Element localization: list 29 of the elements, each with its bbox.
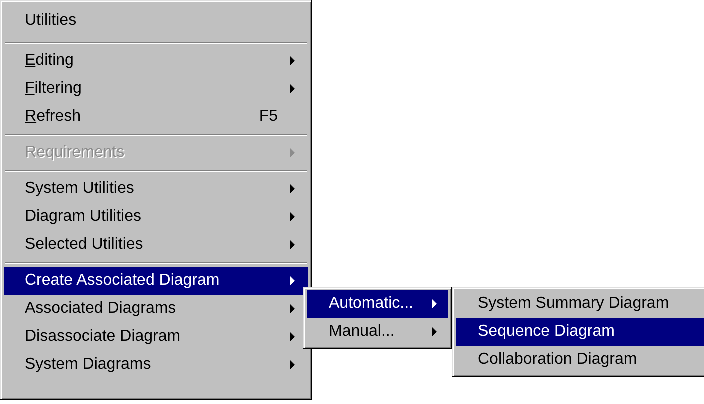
menu-item[interactable]: Automatic...	[307, 290, 448, 318]
menu-item[interactable]: Sequence Diagram	[456, 318, 704, 346]
menu-item[interactable]: Manual...	[307, 318, 448, 346]
menu-item[interactable]: Diagram Utilities	[4, 203, 308, 231]
shortcut-label: F5	[259, 108, 278, 126]
menu-item[interactable]: Collaboration Diagram	[456, 346, 704, 374]
menu-item[interactable]: Create Associated Diagram	[4, 267, 308, 295]
menu-title: Utilities	[24, 11, 78, 31]
submenu-arrow-icon	[289, 239, 296, 251]
submenu-arrow-icon	[289, 183, 296, 195]
submenu-arrow-icon	[289, 147, 296, 159]
submenu-arrow-icon	[289, 359, 296, 371]
menu-item[interactable]: Filtering	[4, 75, 308, 103]
menu-item[interactable]: Refresh F5	[4, 103, 308, 131]
submenu-arrow-icon	[289, 211, 296, 223]
submenu-arrow-icon	[289, 83, 296, 95]
menu-item[interactable]: System Summary Diagram	[456, 290, 704, 318]
menu-item[interactable]: Editing	[4, 47, 308, 75]
menu-item[interactable]: System Utilities	[4, 175, 308, 203]
menu-item[interactable]: Associated Diagrams	[4, 295, 308, 323]
submenu-arrow-icon	[289, 55, 296, 67]
menu-item[interactable]: System Diagrams	[4, 351, 308, 379]
menu-item[interactable]: Disassociate Diagram	[4, 323, 308, 351]
submenu-arrow-icon	[289, 275, 296, 287]
menu-item[interactable]: Selected Utilities	[4, 231, 308, 259]
submenu-arrow-icon	[289, 331, 296, 343]
submenu-arrow-icon	[431, 298, 438, 310]
submenu-arrow-icon	[289, 303, 296, 315]
submenu-arrow-icon	[431, 326, 438, 338]
